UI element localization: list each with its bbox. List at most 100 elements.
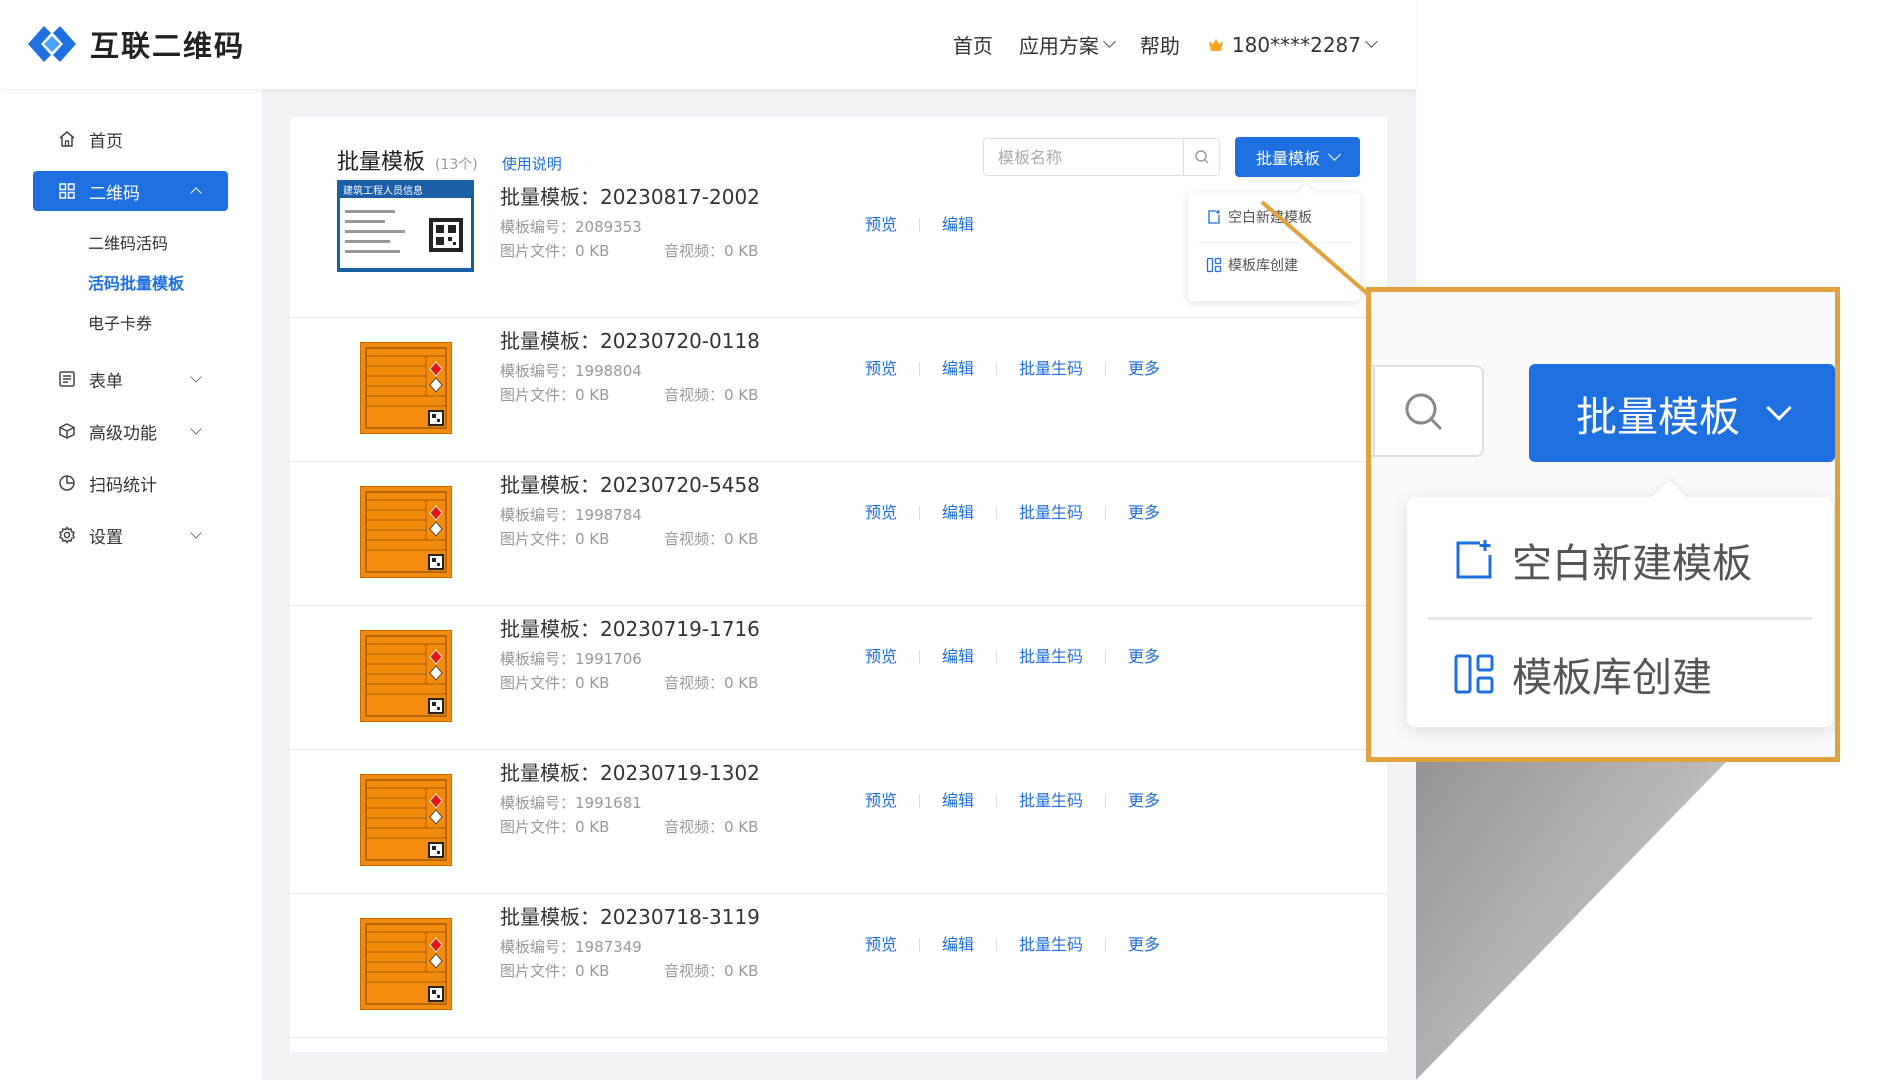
sidebar-item-label: 设置 <box>89 527 123 548</box>
image-file-size: 图片文件：0 KB <box>500 530 610 548</box>
template-number: 模板编号：1991681 <box>500 794 642 812</box>
preview-link[interactable]: 预览 <box>843 649 919 665</box>
form-icon <box>57 369 77 389</box>
preview-link[interactable]: 预览 <box>843 937 919 953</box>
search-button[interactable] <box>1183 139 1219 175</box>
sidebar-item-qrcode[interactable]: 二维码 <box>33 171 228 211</box>
edit-link[interactable]: 编辑 <box>919 505 996 521</box>
sidebar-item-label: 高级功能 <box>89 423 157 444</box>
chevron-down-icon <box>1365 35 1378 48</box>
row-actions: 预览 编辑 批量生码 更多 <box>843 505 1182 521</box>
edit-link[interactable]: 编辑 <box>919 217 996 233</box>
edit-link[interactable]: 编辑 <box>919 649 996 665</box>
more-link[interactable]: 更多 <box>1105 361 1182 377</box>
batch-generate-link[interactable]: 批量生码 <box>996 505 1105 521</box>
nav-help[interactable]: 帮助 <box>1140 30 1180 59</box>
template-title: 批量模板：20230719-1302 <box>500 761 760 785</box>
chevron-down-icon <box>190 371 202 383</box>
sidebar-item-label: 表单 <box>89 371 123 392</box>
template-thumbnail-badge[interactable]: 建筑工程人员信息 <box>337 180 474 272</box>
batch-generate-link[interactable]: 批量生码 <box>996 937 1105 953</box>
zoom-menu-label: 模板库创建 <box>1512 655 1712 701</box>
more-link[interactable]: 更多 <box>1105 937 1182 953</box>
sidebar-item-stats[interactable]: 扫码统计 <box>33 463 228 503</box>
search-box <box>983 138 1220 176</box>
thumb-title: 建筑工程人员信息 <box>343 184 423 197</box>
template-thumbnail-hazard-label[interactable] <box>359 629 453 723</box>
edit-link[interactable]: 编辑 <box>919 793 996 809</box>
zoom-menu-item-blank[interactable]: 空白新建模板 <box>1452 531 1752 589</box>
row-actions: 预览 编辑 批量生码 更多 <box>843 649 1182 665</box>
zoom-dropdown: 空白新建模板 模板库创建 <box>1407 497 1833 727</box>
image-file-size: 图片文件：0 KB <box>500 962 610 980</box>
template-thumbnail-hazard-label[interactable] <box>359 773 453 867</box>
nav-solutions[interactable]: 应用方案 <box>1019 30 1116 59</box>
sidebar-subitem-dynamic-qr[interactable]: 二维码活码 <box>88 230 168 254</box>
chevron-down-icon <box>1766 395 1792 421</box>
divider <box>1428 617 1812 620</box>
edit-link[interactable]: 编辑 <box>919 361 996 377</box>
preview-link[interactable]: 预览 <box>843 505 919 521</box>
template-number: 模板编号：1998804 <box>500 362 642 380</box>
media-file-size: 音视频：0 KB <box>664 674 759 692</box>
template-thumbnail-hazard-label[interactable] <box>359 341 453 435</box>
sidebar-subitem-coupon[interactable]: 电子卡券 <box>88 310 152 334</box>
zoom-callout: 批量模板 空白新建模板 模板库创建 <box>1366 287 1840 762</box>
more-link[interactable]: 更多 <box>1105 793 1182 809</box>
batch-generate-link[interactable]: 批量生码 <box>996 793 1105 809</box>
table-row: 批量模板：20230718-3119 模板编号：1987349 图片文件：0 KB 音… <box>290 894 1387 1038</box>
new-file-icon <box>1456 540 1492 579</box>
new-file-icon <box>1208 210 1220 224</box>
logo-icon <box>28 26 76 62</box>
usage-help-link[interactable]: 使用说明 <box>502 153 562 174</box>
image-file-size: 图片文件：0 KB <box>500 242 610 260</box>
media-file-size: 音视频：0 KB <box>664 530 759 548</box>
template-number: 模板编号：2089353 <box>500 218 642 236</box>
template-list-card: 批量模板 (13个) 使用说明 批量模板 空白新建模板 模板库创建 建 <box>290 117 1387 1052</box>
nav-home[interactable]: 首页 <box>953 30 993 59</box>
table-row: 批量模板：20230720-0118 模板编号：1998804 图片文件：0 KB 音… <box>290 318 1387 462</box>
media-file-size: 音视频：0 KB <box>664 242 759 260</box>
batch-template-button[interactable]: 批量模板 <box>1235 137 1360 177</box>
more-link[interactable]: 更多 <box>1105 505 1182 521</box>
chevron-down-icon <box>1328 147 1341 161</box>
preview-link[interactable]: 预览 <box>843 793 919 809</box>
chevron-down-icon <box>1103 35 1116 48</box>
sidebar-subitem-batch-template[interactable]: 活码批量模板 <box>88 270 184 294</box>
search-icon <box>1405 393 1443 431</box>
batch-generate-link[interactable]: 批量生码 <box>996 649 1105 665</box>
divider <box>1373 367 1375 455</box>
sidebar-item-advanced[interactable]: 高级功能 <box>33 411 228 451</box>
user-menu[interactable]: 180****2287 <box>1206 32 1378 57</box>
template-library-icon <box>1206 257 1222 273</box>
sidebar: 首页 二维码 二维码活码 活码批量模板 电子卡券 表单 高级功能 扫码统计 设置 <box>0 89 262 1080</box>
zoom-search-box <box>1371 365 1484 457</box>
media-file-size: 音视频：0 KB <box>664 818 759 836</box>
preview-link[interactable]: 预览 <box>843 217 919 233</box>
sidebar-item-forms[interactable]: 表单 <box>33 359 228 399</box>
user-phone: 180****2287 <box>1231 32 1361 57</box>
row-actions: 预览 编辑 批量生码 更多 <box>843 937 1182 953</box>
search-input[interactable] <box>984 139 1184 175</box>
row-actions: 预览 编辑 <box>843 217 996 233</box>
edit-link[interactable]: 编辑 <box>919 937 996 953</box>
template-thumbnail-hazard-label[interactable] <box>359 485 453 579</box>
chevron-down-icon <box>190 423 202 435</box>
home-icon <box>57 129 77 149</box>
preview-link[interactable]: 预览 <box>843 361 919 377</box>
table-row: 批量模板：20230719-1716 模板编号：1991706 图片文件：0 KB 音… <box>290 606 1387 750</box>
zoom-button-label: 批量模板 <box>1576 393 1740 441</box>
zoom-menu-label: 空白新建模板 <box>1512 541 1752 587</box>
template-number: 模板编号：1998784 <box>500 506 642 524</box>
batch-template-label: 批量模板 <box>1255 149 1320 168</box>
zoom-batch-template-button[interactable]: 批量模板 <box>1529 364 1835 462</box>
template-thumbnail-hazard-label[interactable] <box>359 917 453 1011</box>
logo[interactable]: 互联二维码 <box>24 22 245 66</box>
zoom-menu-item-library[interactable]: 模板库创建 <box>1452 645 1712 703</box>
template-title: 批量模板：20230718-3119 <box>500 905 760 929</box>
more-link[interactable]: 更多 <box>1105 649 1182 665</box>
sidebar-item-home[interactable]: 首页 <box>33 119 228 159</box>
row-actions: 预览 编辑 批量生码 更多 <box>843 793 1182 809</box>
batch-generate-link[interactable]: 批量生码 <box>996 361 1105 377</box>
sidebar-item-settings[interactable]: 设置 <box>33 515 228 555</box>
